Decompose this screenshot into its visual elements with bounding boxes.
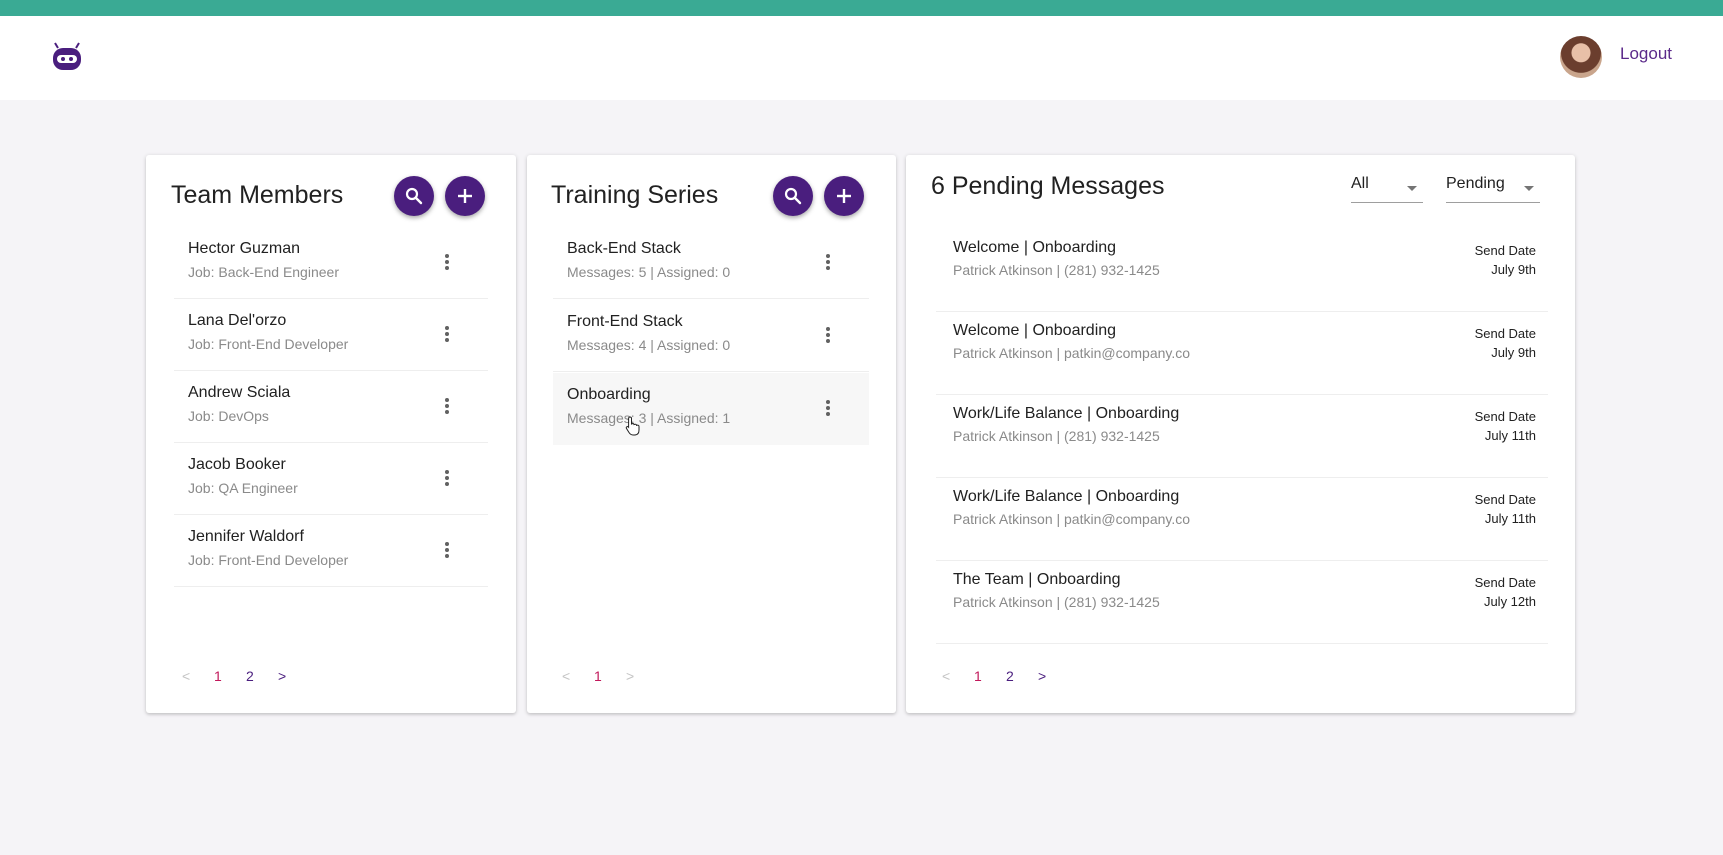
message-recipient: Patrick Atkinson | (281) 932-1425 xyxy=(953,428,1160,444)
search-icon xyxy=(784,187,802,205)
message-recipient: Patrick Atkinson | patkin@company.co xyxy=(953,345,1191,361)
send-date-value: July 11th xyxy=(1484,511,1536,526)
pagination-prev[interactable]: < xyxy=(942,668,950,684)
send-date-label: Send Date xyxy=(1474,575,1536,590)
pagination-next[interactable]: > xyxy=(1038,668,1046,684)
message-row[interactable]: The Team | Onboarding Patrick Atkinson |… xyxy=(936,561,1548,644)
list-item[interactable]: Back-End Stack Messages: 5 | Assigned: 0 xyxy=(553,227,869,299)
training-series-card: Training Series Back-End Stack Messages:… xyxy=(527,155,896,713)
send-date-label: Send Date xyxy=(1474,492,1536,507)
pagination-next[interactable]: > xyxy=(626,668,634,684)
message-title: Work/Life Balance | Onboarding xyxy=(953,488,1180,505)
list-item[interactable]: Onboarding Messages: 3 | Assigned: 1 xyxy=(553,373,869,445)
member-name: Jacob Booker xyxy=(188,456,286,473)
pagination-page-2[interactable]: 2 xyxy=(1006,668,1014,684)
member-job: Job: QA Engineer xyxy=(188,480,298,496)
more-vert-icon[interactable] xyxy=(823,251,833,273)
message-title: Welcome | Onboarding xyxy=(953,322,1117,339)
search-members-button[interactable] xyxy=(394,176,434,216)
member-name: Jennifer Waldorf xyxy=(188,528,304,545)
add-series-button[interactable] xyxy=(824,176,864,216)
chevron-down-icon xyxy=(1524,186,1534,191)
member-job: Job: Front-End Developer xyxy=(188,336,349,352)
series-name: Front-End Stack xyxy=(567,313,683,330)
send-date-label: Send Date xyxy=(1474,409,1536,424)
list-item[interactable]: Hector Guzman Job: Back-End Engineer xyxy=(174,227,488,299)
pagination-next[interactable]: > xyxy=(278,668,286,684)
more-vert-icon[interactable] xyxy=(823,397,833,419)
member-name: Andrew Sciala xyxy=(188,384,291,401)
more-vert-icon[interactable] xyxy=(442,539,452,561)
send-date-value: July 11th xyxy=(1484,428,1536,443)
more-vert-icon[interactable] xyxy=(442,251,452,273)
member-job: Job: DevOps xyxy=(188,408,269,424)
plus-icon xyxy=(837,189,851,203)
robot-logo-icon[interactable] xyxy=(50,42,84,72)
series-name: Onboarding xyxy=(567,386,651,403)
team-members-title: Team Members xyxy=(171,181,344,209)
send-date-value: July 12th xyxy=(1483,594,1536,609)
list-item[interactable]: Andrew Sciala Job: DevOps xyxy=(174,371,488,443)
more-vert-icon[interactable] xyxy=(823,324,833,346)
list-item[interactable]: Jacob Booker Job: QA Engineer xyxy=(174,443,488,515)
message-row[interactable]: Welcome | Onboarding Patrick Atkinson | … xyxy=(936,312,1548,395)
send-date-label: Send Date xyxy=(1474,243,1536,258)
message-recipient: Patrick Atkinson | (281) 932-1425 xyxy=(953,594,1160,610)
filter-status-select[interactable]: Pending xyxy=(1446,175,1540,203)
message-recipient: Patrick Atkinson | patkin@company.co xyxy=(953,511,1191,527)
hand-cursor-icon xyxy=(625,416,640,436)
filter-all-select[interactable]: All xyxy=(1351,175,1423,203)
message-title: Welcome | Onboarding xyxy=(953,239,1117,256)
list-item[interactable]: Jennifer Waldorf Job: Front-End Develope… xyxy=(174,515,488,587)
top-accent-stripe xyxy=(0,0,1723,16)
more-vert-icon[interactable] xyxy=(442,323,452,345)
list-item[interactable]: Front-End Stack Messages: 4 | Assigned: … xyxy=(553,300,869,372)
member-name: Hector Guzman xyxy=(188,240,301,257)
series-meta: Messages: 3 | Assigned: 1 xyxy=(567,410,731,426)
send-date-label: Send Date xyxy=(1474,326,1536,341)
pagination-prev[interactable]: < xyxy=(182,668,190,684)
search-icon xyxy=(405,187,423,205)
member-name: Lana Del'orzo xyxy=(188,312,287,329)
pending-messages-card: 6 Pending Messages All Pending Welcome |… xyxy=(906,155,1575,713)
chevron-down-icon xyxy=(1407,186,1417,191)
pagination-page-1[interactable]: 1 xyxy=(594,668,602,684)
send-date-value: July 9th xyxy=(1491,345,1536,360)
message-row[interactable]: Work/Life Balance | Onboarding Patrick A… xyxy=(936,478,1548,561)
team-members-card: Team Members Hector Guzman Job: Back-End… xyxy=(146,155,516,713)
pagination-prev[interactable]: < xyxy=(562,668,570,684)
app-header: Logout xyxy=(0,16,1723,100)
send-date-value: July 9th xyxy=(1491,262,1536,277)
logout-link[interactable]: Logout xyxy=(1620,44,1672,64)
pagination-page-1[interactable]: 1 xyxy=(974,668,982,684)
add-member-button[interactable] xyxy=(445,176,485,216)
message-recipient: Patrick Atkinson | (281) 932-1425 xyxy=(953,262,1160,278)
search-series-button[interactable] xyxy=(773,176,813,216)
user-avatar[interactable] xyxy=(1560,36,1602,78)
member-job: Job: Front-End Developer xyxy=(188,552,349,568)
filter-status-value: Pending xyxy=(1446,175,1505,192)
message-row[interactable]: Welcome | Onboarding Patrick Atkinson | … xyxy=(936,229,1548,312)
message-row[interactable]: Work/Life Balance | Onboarding Patrick A… xyxy=(936,395,1548,478)
member-job: Job: Back-End Engineer xyxy=(188,264,339,280)
training-series-title: Training Series xyxy=(551,181,719,209)
pagination-page-1[interactable]: 1 xyxy=(214,668,222,684)
list-item[interactable]: Lana Del'orzo Job: Front-End Developer xyxy=(174,299,488,371)
series-name: Back-End Stack xyxy=(567,240,681,257)
pagination-page-2[interactable]: 2 xyxy=(246,668,254,684)
more-vert-icon[interactable] xyxy=(442,395,452,417)
plus-icon xyxy=(458,189,472,203)
message-title: The Team | Onboarding xyxy=(953,571,1121,588)
series-meta: Messages: 5 | Assigned: 0 xyxy=(567,264,731,280)
message-title: Work/Life Balance | Onboarding xyxy=(953,405,1180,422)
more-vert-icon[interactable] xyxy=(442,467,452,489)
filter-all-value: All xyxy=(1351,175,1369,192)
series-meta: Messages: 4 | Assigned: 0 xyxy=(567,337,731,353)
pending-messages-title: 6 Pending Messages xyxy=(931,172,1165,200)
